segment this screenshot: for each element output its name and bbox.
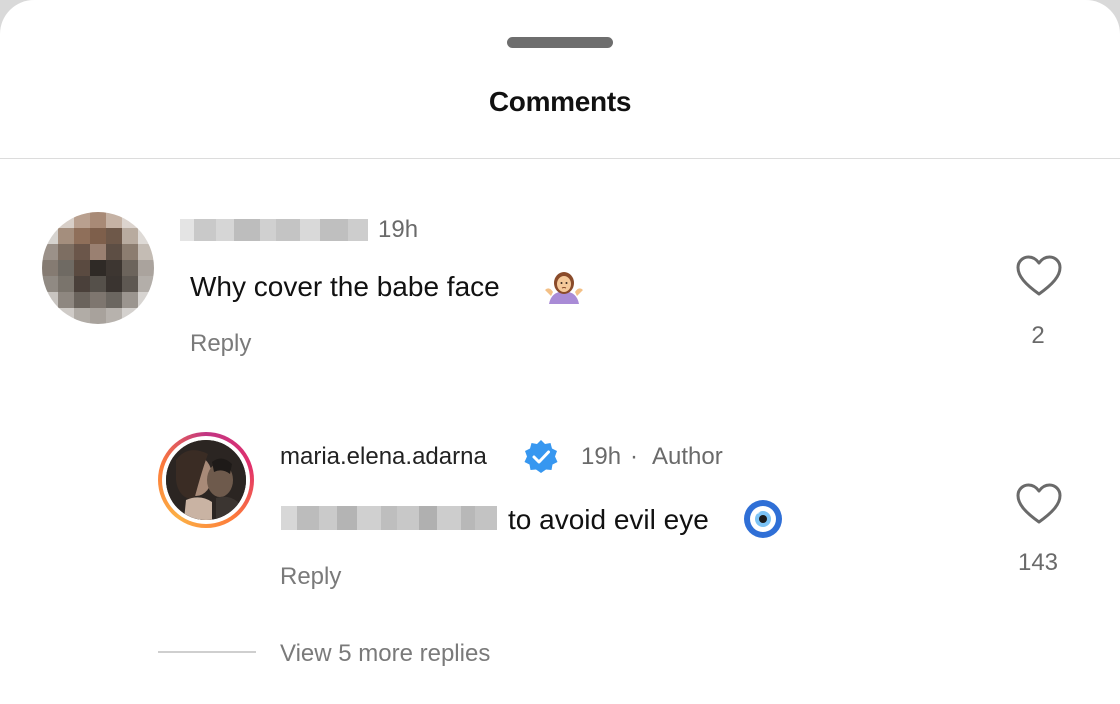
person-shrugging-emoji: [545, 272, 583, 304]
verified-badge-icon: [524, 440, 558, 473]
comment-text: Why cover the babe face: [190, 271, 500, 302]
comment-reply-link[interactable]: Reply: [190, 330, 251, 358]
author-avatar[interactable]: [158, 432, 254, 528]
sheet-title: Comments: [488, 86, 632, 117]
thread-line: [158, 651, 256, 653]
like-heart-icon[interactable]: [1015, 482, 1063, 526]
nazar-amulet-emoji: [744, 500, 782, 538]
reply-time: 19h: [581, 443, 622, 470]
author-tag: Author: [652, 443, 723, 470]
comment-like-count: 2: [1031, 322, 1045, 349]
reply-mention-blurred[interactable]: [281, 506, 497, 530]
author-username[interactable]: maria.elena.adarna: [280, 443, 487, 471]
comments-sheet: Comments 19h Why cover the babe face Rep…: [0, 0, 1120, 704]
author-avatar-photo: [166, 440, 246, 520]
commenter-avatar-blurred[interactable]: [42, 212, 154, 324]
reply-text: to avoid evil eye: [508, 504, 709, 535]
like-heart-icon[interactable]: [1015, 254, 1063, 298]
view-more-replies-button[interactable]: View 5 more replies: [280, 640, 490, 668]
meta-separator: ·: [630, 443, 638, 470]
header-divider: [0, 158, 1120, 159]
comment-time: 19h: [378, 216, 419, 243]
commenter-username-blurred[interactable]: [180, 219, 368, 241]
reply-like-count: 143: [1017, 549, 1059, 576]
reply-reply-link[interactable]: Reply: [280, 563, 341, 591]
sheet-drag-handle[interactable]: [507, 37, 613, 48]
